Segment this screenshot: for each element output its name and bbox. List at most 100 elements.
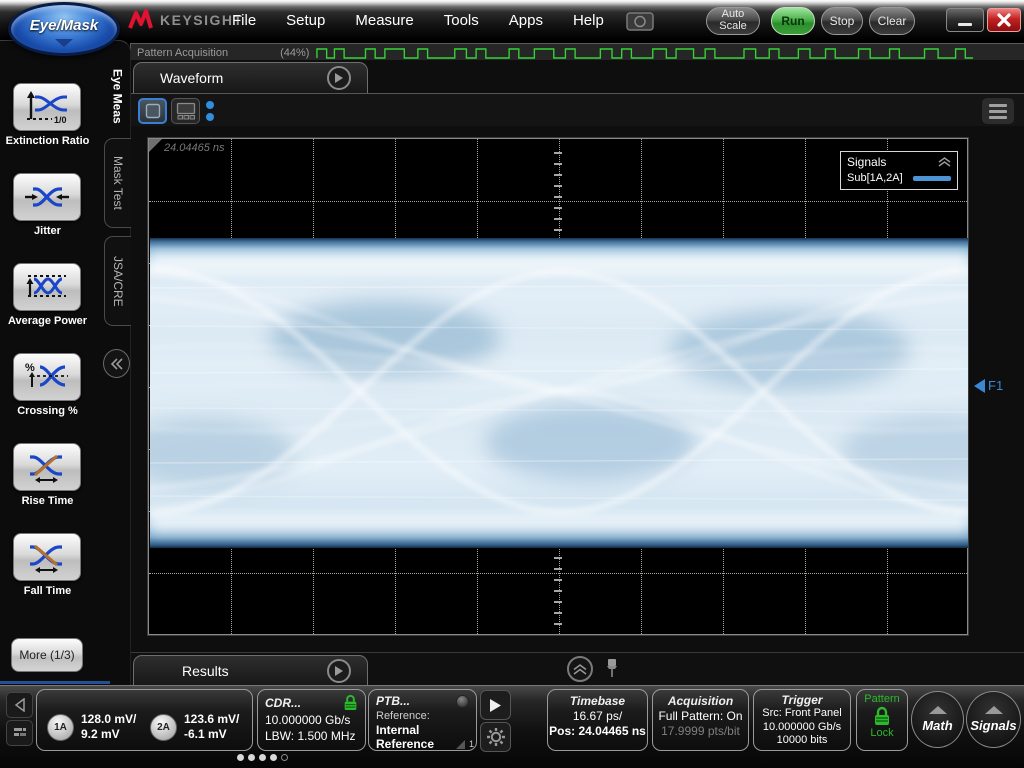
app-mode-button[interactable]: Eye/Mask: [8, 2, 120, 56]
tab-mask-test[interactable]: Mask Test: [104, 138, 131, 228]
menu-setup[interactable]: Setup: [286, 12, 325, 29]
menu-apps[interactable]: Apps: [509, 12, 543, 29]
menu-measure[interactable]: Measure: [355, 12, 413, 29]
page-indicator[interactable]: [237, 754, 288, 761]
drag-handle-dot-icon[interactable]: [206, 113, 214, 121]
ptb-count-badge: 1: [469, 739, 474, 749]
expand-results-button[interactable]: [567, 656, 593, 682]
play-icon: [334, 665, 344, 677]
close-button[interactable]: [987, 8, 1021, 32]
tab-eye-meas[interactable]: Eye Meas: [104, 60, 131, 132]
tab-jsa-cre[interactable]: JSA/CRE: [104, 236, 131, 326]
pattern-lock-button[interactable]: Pattern Lock: [856, 689, 908, 751]
ptb-title: PTB...: [376, 694, 410, 708]
menu-bar: File Setup Measure Tools Apps Help: [232, 0, 604, 40]
triangle-up-icon: [929, 706, 947, 714]
signals-button[interactable]: Signals: [966, 691, 1021, 748]
pushpin-icon: [605, 658, 619, 678]
page-dot: [248, 754, 255, 761]
ptb-reference-label: Reference:: [376, 710, 469, 722]
main-content: Waveform: [131, 60, 1024, 685]
chevron-double-left-icon: [110, 358, 124, 370]
crossing-button[interactable]: %: [13, 353, 81, 401]
chevron-down-icon: [55, 39, 73, 47]
waveform-tab-menu-button[interactable]: [327, 66, 351, 90]
clear-button[interactable]: Clear: [869, 7, 915, 35]
collapse-legend-icon[interactable]: [938, 157, 951, 167]
average-power-label: Average Power: [0, 315, 95, 327]
single-view-button[interactable]: [138, 98, 167, 124]
page-dot-inactive: [281, 754, 288, 761]
function-trace-marker[interactable]: F1: [974, 378, 1003, 393]
trigger-box[interactable]: Trigger Src: Front Panel 10.000000 Gb/s …: [753, 689, 851, 751]
stop-button[interactable]: Stop: [821, 7, 863, 35]
run-label: Run: [781, 15, 804, 28]
channel-2a-badge[interactable]: 2A: [150, 714, 177, 741]
gear-icon: [486, 727, 506, 747]
waveform-tab-label: Waveform: [160, 70, 223, 86]
plot-menu-button[interactable]: [982, 98, 1014, 124]
rise-time-button[interactable]: [13, 443, 81, 491]
acquisition-box[interactable]: Acquisition Full Pattern: On 17.9999 pts…: [652, 689, 749, 751]
results-tab-menu-button[interactable]: [327, 659, 351, 683]
pattern-acquisition-label: Pattern Acquisition: [137, 47, 228, 59]
run-button[interactable]: Run: [771, 7, 815, 35]
results-tab[interactable]: Results: [133, 655, 368, 686]
signals-legend[interactable]: Signals Sub[1A,2A]: [840, 151, 958, 190]
jitter-button[interactable]: [13, 173, 81, 221]
channel-1a-badge[interactable]: 1A: [47, 714, 74, 741]
sidebar-accent-bar: [0, 681, 110, 684]
pattern-acquisition-strip: Pattern Acquisition (44%): [130, 43, 1024, 61]
title-bar: KEYSIGHT File Setup Measure Tools Apps H…: [0, 0, 1024, 40]
settings-button[interactable]: [480, 722, 511, 752]
extinction-ratio-label: Extinction Ratio: [0, 135, 95, 147]
acquisition-mode: Full Pattern: On: [653, 709, 748, 724]
legend-trace-swatch: [913, 176, 951, 181]
page-dot: [259, 754, 266, 761]
run-panel-button[interactable]: [480, 690, 511, 720]
panel-layout-button[interactable]: [6, 720, 33, 746]
multi-pane-icon: [176, 102, 196, 120]
center-axis-ticks: [554, 548, 562, 632]
minimize-button[interactable]: [946, 8, 984, 32]
channels-box[interactable]: 1A 128.0 mV/ 9.2 mV 2A 123.6 mV/ -6.1 mV: [36, 689, 253, 751]
trigger-source: Src: Front Panel: [754, 707, 850, 720]
average-power-button[interactable]: [13, 263, 81, 311]
more-measurements-button[interactable]: More (1/3): [11, 638, 83, 672]
channel-2a[interactable]: 2A 123.6 mV/ -6.1 mV: [150, 712, 239, 743]
fall-time-label: Fall Time: [0, 585, 95, 597]
triangle-left-icon: [14, 698, 26, 712]
menu-tools[interactable]: Tools: [444, 12, 479, 29]
panel-collapse-button[interactable]: [6, 692, 33, 718]
split-view-button[interactable]: [171, 98, 200, 124]
waveform-plot[interactable]: 24.04465 ns Signals Sub[1A,2A]: [148, 138, 968, 635]
channel-1a[interactable]: 1A 128.0 mV/ 9.2 mV: [47, 712, 136, 743]
fall-time-button[interactable]: [13, 533, 81, 581]
extinction-ratio-button[interactable]: 1/0: [13, 83, 81, 131]
ptb-status-led: [456, 695, 469, 708]
menu-help[interactable]: Help: [573, 12, 604, 29]
cdr-box[interactable]: CDR... 10.000000 Gb/s LBW: 1.500 MHz: [257, 689, 366, 751]
crossing-percent-icon: %: [24, 359, 70, 395]
app-mode-label: Eye/Mask: [11, 17, 117, 34]
auto-scale-button[interactable]: Auto Scale: [706, 7, 760, 35]
menu-file[interactable]: File: [232, 12, 256, 29]
sidebar-collapse-button[interactable]: [103, 349, 130, 378]
lock-icon: [343, 694, 358, 711]
timebase-box[interactable]: Timebase 16.67 ps/ Pos: 24.04465 ns: [547, 689, 648, 751]
keysight-logo-icon: [128, 9, 154, 31]
ptb-box[interactable]: PTB... Reference: Internal Reference 1: [368, 689, 477, 751]
single-pane-icon: [145, 103, 161, 119]
eye-diagram-trace: [150, 238, 968, 548]
drag-handle-dot-icon[interactable]: [206, 101, 214, 109]
pattern-lock-label1: Pattern: [857, 693, 907, 705]
screenshot-button[interactable]: [622, 8, 658, 34]
channel-2a-offset: -6.1 mV: [184, 727, 239, 743]
pin-results-button[interactable]: [605, 658, 619, 683]
timebase-position: Pos: 24.04465 ns: [548, 724, 647, 739]
math-button[interactable]: Math: [911, 691, 964, 748]
trigger-rate: 10.000000 Gb/s: [754, 721, 850, 734]
plot-corner-marker: [149, 139, 162, 152]
crossing-label: Crossing %: [0, 405, 95, 417]
waveform-tab[interactable]: Waveform: [133, 62, 368, 93]
